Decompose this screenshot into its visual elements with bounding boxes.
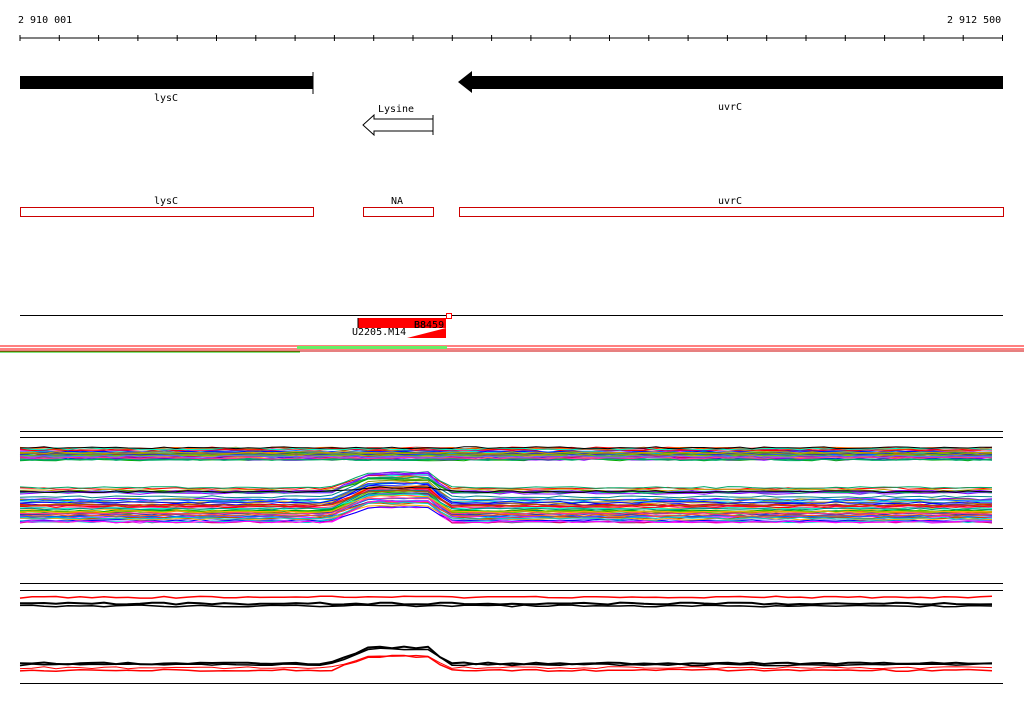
feature-a-label: U2205.M14 xyxy=(352,327,406,338)
gene-uvrC-label: uvrC xyxy=(718,102,742,113)
panel2-upper-trace xyxy=(19,604,993,608)
ruler-end-label: 2 912 500 xyxy=(947,15,1001,26)
panel1-lower-trace xyxy=(19,471,993,490)
region-uvrC-box[interactable] xyxy=(459,207,1004,217)
region-NA-label: NA xyxy=(391,196,403,207)
panel1-lower-traces xyxy=(19,471,993,524)
coverage-green-block xyxy=(297,346,447,349)
panel2-lower-traces xyxy=(19,645,993,673)
expression-panel-2 xyxy=(19,583,1003,684)
panel2-upper-traces xyxy=(19,595,993,608)
region-lysC-box[interactable] xyxy=(20,207,314,217)
ruler-start-label: 2 910 001 xyxy=(18,15,72,26)
panel1-upper-traces xyxy=(19,446,993,462)
coverage-track xyxy=(0,345,1024,353)
gene-lysC-bar[interactable] xyxy=(20,76,313,89)
position-ruler: 2 910 001 2 912 500 xyxy=(18,15,1003,41)
panel1-lower-trace xyxy=(19,476,993,499)
feature-track: U2205.M14 B8459 B8 xyxy=(20,313,1003,338)
region-uvrC-label: uvrC xyxy=(718,196,742,207)
gene-lysC-label: lysC xyxy=(154,93,178,104)
region-lysC-label: lysC xyxy=(154,196,178,207)
genome-browser-view: 2 910 001 2 912 500 lysC uvrC Lysine lys… xyxy=(0,15,1024,684)
region-NA-box[interactable] xyxy=(363,207,434,217)
gene-track: lysC uvrC Lysine xyxy=(20,71,1003,137)
region-track: lysC NA uvrC xyxy=(20,196,1004,217)
riboswitch-label: Lysine xyxy=(378,104,414,115)
feature-c-label: B8 xyxy=(414,320,426,331)
panel1-lower-trace xyxy=(19,474,993,490)
panel2-lower-trace xyxy=(19,645,993,666)
expression-panel-1 xyxy=(19,431,1003,529)
panel2-upper-trace xyxy=(20,601,993,606)
riboswitch-arrow[interactable] xyxy=(362,113,434,137)
panel2-upper-trace xyxy=(19,595,993,599)
gene-uvrC-arrow[interactable] xyxy=(458,71,1003,93)
feature-small-marker xyxy=(446,313,452,319)
